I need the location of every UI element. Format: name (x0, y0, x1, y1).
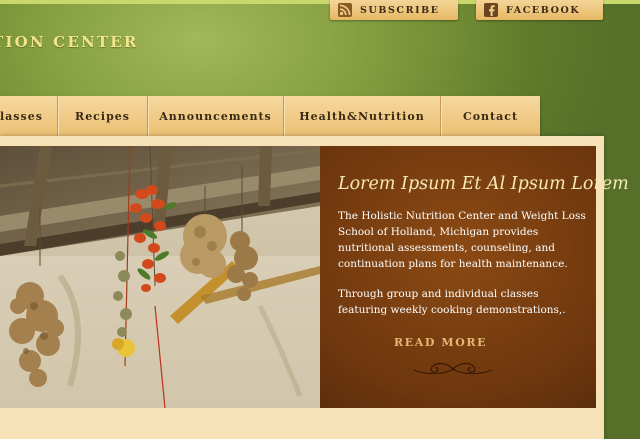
nav-item-health-nutrition[interactable]: Health&Nutrition (284, 96, 441, 136)
content-panel-footer (0, 408, 604, 439)
nav-item-label: Announcements (159, 109, 272, 123)
rss-icon (338, 3, 352, 17)
nav-item-contact[interactable]: Contact (441, 96, 540, 136)
dried-herbs-photo (0, 146, 320, 408)
feature-box: Lorem Ipsum Et Al Ipsum Lorem The Holist… (320, 146, 629, 408)
nav-item-label: Contact (462, 109, 519, 123)
nav-item-recipes[interactable]: Recipes (58, 96, 148, 136)
subscribe-label: Subscribe (360, 4, 440, 16)
facebook-icon (484, 3, 498, 17)
feature-paragraph-2: Through group and individual classes fea… (338, 288, 566, 316)
nav-item-label: Recipes (75, 109, 130, 123)
read-more-link[interactable]: Read More (394, 336, 487, 349)
nav-item-label: lasses (0, 109, 43, 123)
nav-item-classes[interactable]: lasses (0, 96, 58, 136)
facebook-label: Facebook (506, 4, 581, 16)
subscribe-button[interactable]: Subscribe (330, 0, 458, 20)
feature-paragraph-1: The Holistic Nutrition Center and Weight… (338, 210, 586, 270)
main-nav: lasses Recipes Announcements Health&Nutr… (0, 96, 540, 136)
facebook-button[interactable]: Facebook (476, 0, 603, 20)
feature-title: Lorem Ipsum Et Al Ipsum Lorem (338, 174, 629, 194)
hero-photo (0, 146, 320, 408)
site-title[interactable]: tion Center (0, 33, 139, 51)
nav-item-announcements[interactable]: Announcements (148, 96, 284, 136)
nav-item-label: Health&Nutrition (299, 109, 425, 123)
ornament-flourish-icon (413, 362, 493, 375)
